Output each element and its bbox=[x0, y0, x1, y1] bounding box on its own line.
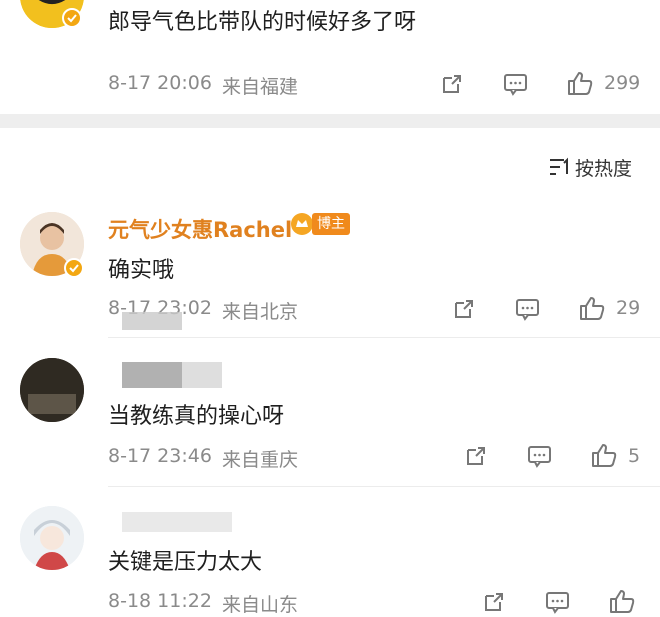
comment-location: 来自重庆 bbox=[222, 449, 299, 471]
verified-icon bbox=[64, 258, 84, 278]
like-count: 29 bbox=[616, 297, 641, 319]
sort-by-heat-button[interactable]: 按热度 bbox=[575, 154, 632, 181]
comment-location: 来自福建 bbox=[222, 76, 299, 98]
comment-time: 8-17 20:06 bbox=[108, 72, 212, 94]
comment-text: 郎导气色比带队的时候好多了呀 bbox=[108, 10, 417, 35]
avatar[interactable] bbox=[20, 506, 84, 570]
comment-text: 确实哦 bbox=[108, 258, 175, 283]
comment-icon[interactable] bbox=[515, 297, 541, 321]
share-icon[interactable] bbox=[452, 297, 476, 321]
comment-icon[interactable] bbox=[545, 590, 571, 614]
comment-icon[interactable] bbox=[503, 72, 529, 96]
redacted-patch bbox=[122, 312, 182, 330]
like-icon[interactable] bbox=[608, 588, 636, 614]
vip-crown-icon bbox=[290, 212, 314, 236]
share-icon[interactable] bbox=[464, 444, 488, 468]
comment-time: 8-18 11:22 bbox=[108, 590, 212, 612]
comment-location: 来自北京 bbox=[222, 301, 299, 323]
avatar[interactable] bbox=[20, 358, 84, 422]
like-icon[interactable] bbox=[566, 70, 594, 96]
redacted-username bbox=[122, 512, 232, 532]
avatar-anime-icon bbox=[20, 506, 84, 570]
username[interactable]: 元气少女惠Rachel bbox=[108, 214, 292, 244]
like-icon[interactable] bbox=[590, 442, 618, 468]
author-badge: 博主 bbox=[312, 213, 350, 235]
comment-text: 关键是压力太大 bbox=[108, 550, 263, 575]
share-icon[interactable] bbox=[482, 590, 506, 614]
comment-time: 8-17 23:46 bbox=[108, 445, 212, 467]
redacted-username bbox=[122, 362, 182, 388]
comment-icon[interactable] bbox=[527, 444, 553, 468]
avatar-blurred-icon bbox=[20, 358, 84, 422]
section-divider bbox=[0, 114, 660, 128]
like-count: 299 bbox=[604, 72, 641, 94]
share-icon[interactable] bbox=[440, 72, 464, 96]
redacted-username bbox=[182, 362, 222, 388]
divider-line bbox=[108, 337, 660, 338]
sort-icon[interactable] bbox=[548, 156, 572, 178]
like-count: 5 bbox=[628, 445, 641, 467]
divider-line bbox=[108, 486, 660, 487]
comment-text: 当教练真的操心呀 bbox=[108, 404, 285, 429]
verified-icon bbox=[62, 8, 82, 28]
like-icon[interactable] bbox=[578, 295, 606, 321]
comment-location: 来自山东 bbox=[222, 594, 299, 616]
